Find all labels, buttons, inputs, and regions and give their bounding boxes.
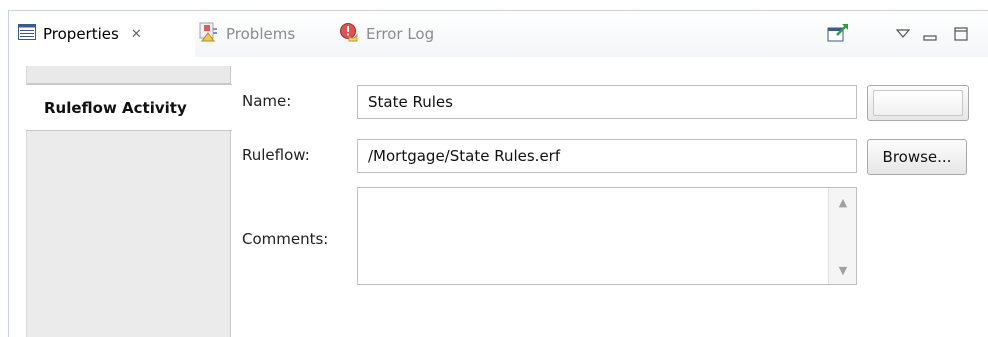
scroll-down-icon[interactable]: ▼ xyxy=(829,258,857,282)
section-tab-ruleflow-activity[interactable]: Ruleflow Activity xyxy=(26,84,232,131)
comments-field[interactable]: ▲ ▼ xyxy=(357,187,857,285)
ruleflow-label: Ruleflow: xyxy=(242,146,310,164)
blank-button[interactable] xyxy=(867,85,969,121)
tab-problems[interactable]: Problems xyxy=(199,11,295,57)
section-tab-spacer xyxy=(27,66,230,84)
maximize-icon[interactable] xyxy=(954,27,968,45)
scroll-up-icon[interactable]: ▲ xyxy=(829,190,857,214)
section-tab-list: Ruleflow Activity xyxy=(26,66,232,337)
view-tab-bar: Properties ✕ Problems Error Log xyxy=(9,11,988,57)
minimize-icon[interactable] xyxy=(923,29,937,47)
tab-properties[interactable]: Properties ✕ xyxy=(9,11,195,57)
properties-view: Properties ✕ Problems Error Log Ruleflow… xyxy=(8,10,988,337)
name-label: Name: xyxy=(242,92,292,110)
ruleflow-field[interactable] xyxy=(357,139,857,173)
pin-to-selection-icon[interactable] xyxy=(827,23,849,47)
section-tab-label: Ruleflow Activity xyxy=(44,98,187,117)
blank-button-face xyxy=(873,90,963,116)
tab-properties-label: Properties xyxy=(43,25,119,43)
comments-textarea[interactable] xyxy=(358,188,828,284)
comments-label: Comments: xyxy=(242,230,329,248)
error-log-icon xyxy=(339,22,359,46)
view-menu-icon[interactable] xyxy=(895,25,911,43)
problems-icon xyxy=(199,22,219,46)
name-field[interactable] xyxy=(357,85,857,119)
tab-problems-label: Problems xyxy=(226,25,296,43)
comments-scrollbar[interactable]: ▲ ▼ xyxy=(828,188,856,284)
tab-error-log-label: Error Log xyxy=(366,25,435,43)
close-icon[interactable]: ✕ xyxy=(131,28,142,41)
browse-button[interactable]: Browse... xyxy=(867,139,967,175)
tab-error-log[interactable]: Error Log xyxy=(339,11,434,57)
properties-icon xyxy=(18,24,36,44)
